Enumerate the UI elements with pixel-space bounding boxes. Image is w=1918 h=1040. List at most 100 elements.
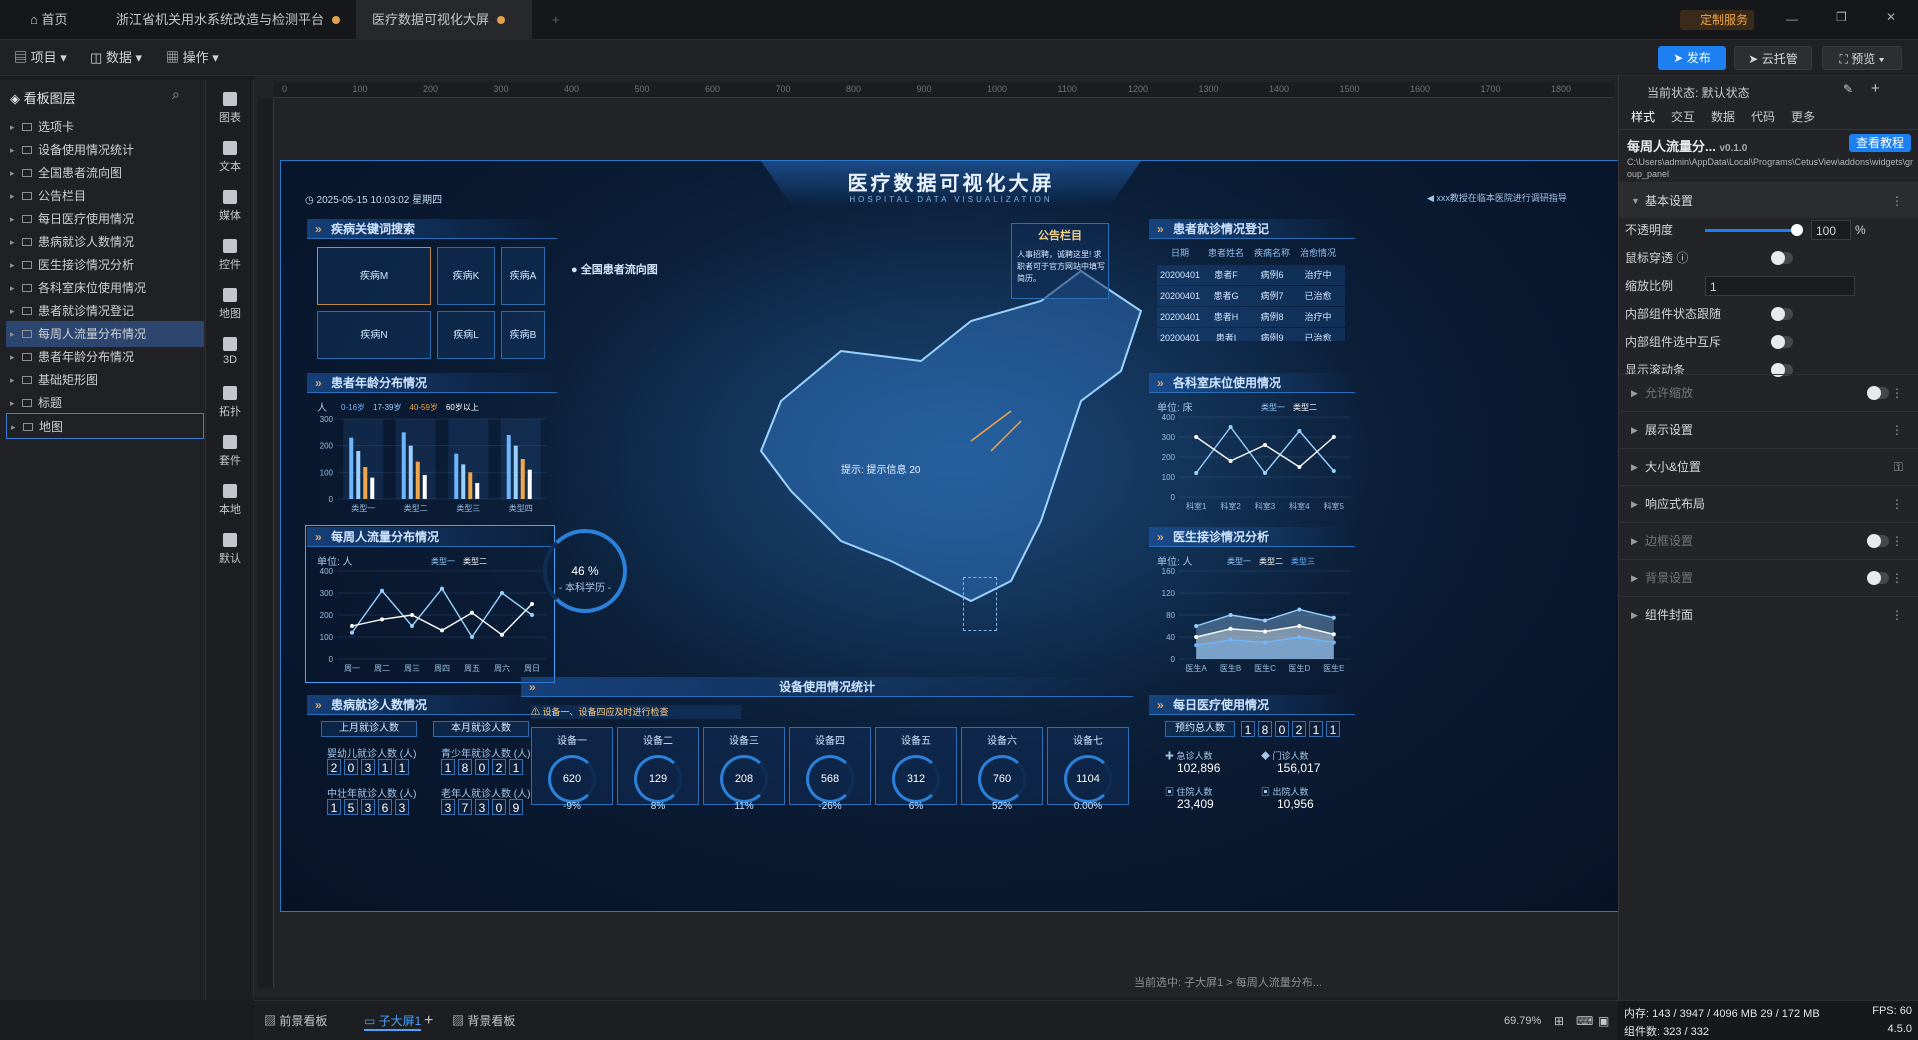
sub-board-tab[interactable]: ▭ 子大屏1 xyxy=(364,1011,422,1031)
device-card[interactable]: 设备六 760 52% xyxy=(961,727,1043,812)
section-toggle[interactable] xyxy=(1867,386,1889,400)
data-point xyxy=(1228,637,1233,642)
project-menu[interactable]: ▤ 项目 ▾ xyxy=(14,48,67,68)
device-card[interactable]: 设备四 568 -26% xyxy=(789,727,871,812)
adult-count-label: 中壮年就诊人数 (人) xyxy=(327,789,417,800)
weekly-panel-title: 每周人流量分布情况 xyxy=(307,527,553,547)
device-card[interactable]: 设备七 1104 0.00% xyxy=(1047,727,1129,812)
props-section[interactable]: ▶ 允许缩放 ⋮ xyxy=(1619,374,1918,410)
preview-button[interactable]: ⛶ 预览 ▾ xyxy=(1822,46,1902,70)
iconbar-item[interactable]: 媒体 xyxy=(206,190,254,223)
table-row[interactable]: 20200401 患者F 病例6 治疗中 xyxy=(1157,265,1345,285)
dashboard-board[interactable]: 医疗数据可视化大屏 HOSPITAL DATA VISUALIZATION ◷ … xyxy=(280,160,1620,912)
table-row[interactable]: 20200401 患者H 病例8 治疗中 xyxy=(1157,307,1345,327)
more-icon[interactable]: ⋮ xyxy=(1891,486,1903,522)
more-icon[interactable]: ⋮ xyxy=(1891,560,1903,596)
opacity-input[interactable]: 100 xyxy=(1811,220,1851,240)
edit-icon[interactable]: ✎ xyxy=(1843,82,1853,96)
section-toggle[interactable] xyxy=(1867,571,1889,585)
keyboard-icon[interactable]: ⌨ xyxy=(1576,1011,1593,1031)
props-tab[interactable]: 数据 xyxy=(1711,108,1735,125)
operation-menu[interactable]: ▦ 操作 ▾ xyxy=(166,48,219,68)
iconbar-item[interactable]: 套件 xyxy=(206,435,254,468)
props-section[interactable]: ▶ 大小&位置 ⚿ xyxy=(1619,448,1918,484)
lock-icon[interactable]: ⚿ xyxy=(1894,449,1903,485)
device-card[interactable]: 设备二 129 8% xyxy=(617,727,699,812)
custom-service-button[interactable]: 定制服务 xyxy=(1680,10,1755,30)
disease-key-b[interactable]: 疾病B xyxy=(501,311,545,359)
more-icon[interactable]: ⋮ xyxy=(1891,523,1903,559)
digit-cell: 3 xyxy=(361,799,375,815)
iconbar-item[interactable]: 控件 xyxy=(206,239,254,272)
opacity-slider-handle[interactable] xyxy=(1791,224,1803,236)
iconbar-item[interactable]: 3D xyxy=(206,337,254,366)
publish-button[interactable]: ➤ 发布 xyxy=(1658,46,1726,70)
data-point xyxy=(350,624,354,628)
terminal-icon[interactable]: ▣ xyxy=(1598,1011,1609,1031)
props-section[interactable]: ▶ 背景设置 ⋮ xyxy=(1619,559,1918,595)
layer-item[interactable]: ▸ 地图 xyxy=(6,413,204,439)
close-icon[interactable]: ✕ xyxy=(1886,10,1896,24)
props-section[interactable]: ▶ 响应式布局 ⋮ xyxy=(1619,485,1918,521)
device-card[interactable]: 设备五 312 6% xyxy=(875,727,957,812)
props-tab[interactable]: 更多 xyxy=(1791,108,1815,125)
data-menu[interactable]: ◫ 数据 ▾ xyxy=(90,48,142,68)
search-icon[interactable]: ⌕ xyxy=(172,86,180,103)
disease-key-k[interactable]: 疾病K xyxy=(437,247,495,305)
iconbar-item[interactable]: 图表 xyxy=(206,92,254,125)
more-icon[interactable]: ⋮ xyxy=(1891,375,1903,411)
this-month-tab[interactable]: 本月就诊人数 xyxy=(433,721,529,737)
back-board-tab[interactable]: ▨ 背景看板 xyxy=(452,1011,515,1031)
front-board-tab[interactable]: ▨ 前景看板 xyxy=(264,1011,327,1031)
device-card[interactable]: 设备一 620 -9% xyxy=(531,727,613,812)
add-state-icon[interactable]: + xyxy=(1871,80,1880,97)
minimize-icon[interactable]: — xyxy=(1786,12,1798,26)
restore-icon[interactable]: ❐ xyxy=(1836,10,1847,24)
data-point xyxy=(1263,443,1267,447)
opacity-slider[interactable] xyxy=(1705,229,1795,232)
section-toggle[interactable] xyxy=(1867,534,1889,548)
ruler-tick-label: 1300 xyxy=(1198,84,1219,94)
disease-key-n[interactable]: 疾病N xyxy=(317,311,431,359)
iconbar-item[interactable]: 本地 xyxy=(206,484,254,517)
props-section[interactable]: ▶ 展示设置 ⋮ xyxy=(1619,411,1918,447)
add-tab-icon[interactable]: + xyxy=(536,0,576,40)
last-month-tab[interactable]: 上月就诊人数 xyxy=(321,721,417,737)
more-icon[interactable]: ⋮ xyxy=(1891,597,1903,633)
more-icon[interactable]: ⋮ xyxy=(1891,412,1903,448)
mutex-toggle[interactable] xyxy=(1771,335,1793,349)
iconbar-item[interactable]: 文本 xyxy=(206,141,254,174)
tab-water-platform[interactable]: 浙江省机关用水系统改造与检测平台 xyxy=(100,0,356,40)
china-map[interactable] xyxy=(721,261,1161,621)
mouse-through-toggle[interactable] xyxy=(1771,251,1793,265)
table-row[interactable]: 20200401 患者I 病例9 已治愈 xyxy=(1157,328,1345,341)
props-tab[interactable]: 交互 xyxy=(1671,108,1695,125)
cloud-hosting-button[interactable]: ➤ 云托管 xyxy=(1734,46,1812,70)
fit-icon[interactable]: ⊞ xyxy=(1554,1011,1564,1031)
props-section[interactable]: ▶ 边框设置 ⋮ xyxy=(1619,522,1918,558)
props-tab[interactable]: 样式 xyxy=(1631,108,1655,125)
canvas-area[interactable]: 0 100 200 300 400 500 600 700 800 900 1000 1100 1200… xyxy=(254,76,1642,998)
tab-home[interactable]: ⌂ 首页 xyxy=(14,0,83,40)
follow-toggle[interactable] xyxy=(1771,307,1793,321)
props-tab[interactable]: 代码 xyxy=(1751,108,1775,125)
age-legend: 0-16岁 17-39岁 40-59岁 60岁以上 xyxy=(341,399,551,412)
zoom-level[interactable]: 69.79% xyxy=(1504,1011,1541,1031)
props-section[interactable]: ▶ 组件封面 ⋮ xyxy=(1619,596,1918,632)
legend-item: 40-59岁 xyxy=(409,403,438,412)
device-card[interactable]: 设备三 208 11% xyxy=(703,727,785,812)
iconbar-item[interactable]: 地图 xyxy=(206,288,254,321)
education-gauge: 46 % xyxy=(543,529,627,613)
chevron-right-icon[interactable]: ▸ xyxy=(11,414,16,440)
table-row[interactable]: 20200401 患者G 病例7 已治愈 xyxy=(1157,286,1345,306)
digit-cell: 2 xyxy=(1292,721,1306,737)
tutorial-button[interactable]: 查看教程 xyxy=(1849,134,1911,152)
disease-key-m[interactable]: 疾病M xyxy=(317,247,431,305)
tab-medical-dashboard[interactable]: 医疗数据可视化大屏 xyxy=(356,0,532,40)
disease-key-l[interactable]: 疾病L xyxy=(437,311,495,359)
iconbar-item[interactable]: 拓扑 xyxy=(206,386,254,419)
scale-input[interactable]: 1 xyxy=(1705,276,1855,296)
add-board-icon[interactable]: + xyxy=(424,1011,433,1031)
disease-key-a[interactable]: 疾病A xyxy=(501,247,545,305)
iconbar-item[interactable]: 默认 xyxy=(206,533,254,566)
